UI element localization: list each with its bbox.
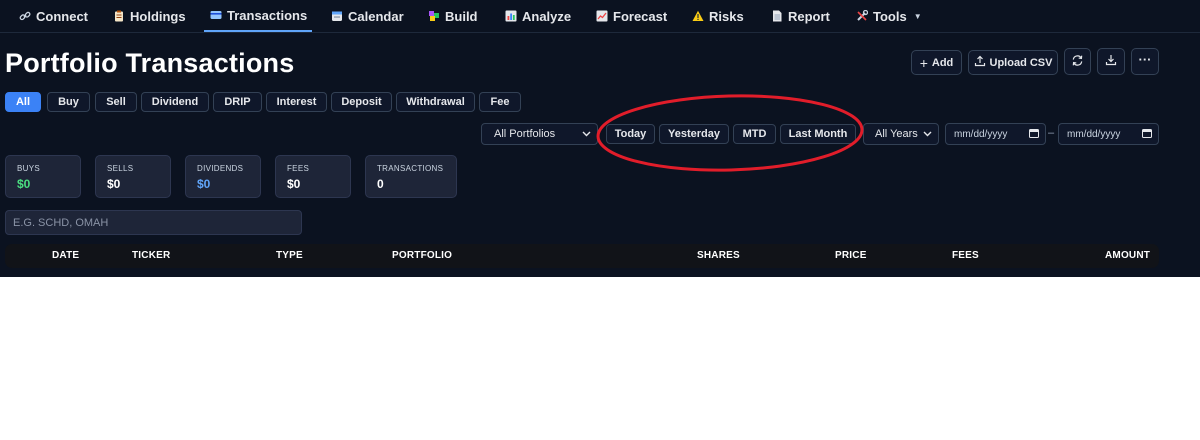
- date-to-input[interactable]: mm/dd/yyyy: [1058, 123, 1159, 145]
- portfolio-select-value: All Portfolios: [494, 128, 556, 140]
- nav-build-label: Build: [445, 8, 478, 24]
- year-select[interactable]: All Years: [863, 123, 939, 145]
- stat-card-transactions: TRANSACTIONS 0: [365, 155, 457, 198]
- upload-csv-button[interactable]: Upload CSV: [968, 50, 1058, 75]
- chevron-down-icon: ▼: [913, 11, 922, 21]
- stat-card-sells: SELLS $0: [95, 155, 171, 198]
- stat-label: FEES: [287, 164, 310, 173]
- stat-value: $0: [197, 177, 211, 191]
- column-header-price[interactable]: PRICE: [835, 250, 867, 261]
- column-header-ticker[interactable]: TICKER: [132, 250, 170, 261]
- more-options-button[interactable]: ···: [1131, 48, 1159, 75]
- filter-tab-withdrawal[interactable]: Withdrawal: [396, 92, 475, 112]
- nav-analyze-label: Analyze: [522, 8, 572, 24]
- nav-holdings-label: Holdings: [130, 8, 186, 24]
- calendar-icon: [1029, 128, 1039, 141]
- nav-risks[interactable]: Risks: [692, 0, 744, 32]
- nav-transactions-label: Transactions: [227, 7, 308, 23]
- upload-icon: [974, 55, 986, 70]
- nav-build[interactable]: Build: [428, 0, 478, 32]
- column-header-fees[interactable]: FEES: [952, 250, 979, 261]
- nav-transactions[interactable]: Transactions: [204, 0, 313, 32]
- clipboard-icon: [113, 10, 125, 22]
- range-mtd-button[interactable]: MTD: [733, 124, 776, 144]
- bar-chart-icon: [505, 10, 517, 22]
- nav-report-label: Report: [788, 8, 830, 24]
- stat-label: TRANSACTIONS: [377, 164, 444, 173]
- refresh-button[interactable]: [1064, 48, 1091, 75]
- nav-calendar[interactable]: Calendar: [331, 0, 404, 32]
- stat-label: SELLS: [107, 164, 134, 173]
- column-header-shares[interactable]: SHARES: [697, 250, 740, 261]
- range-yesterday-button[interactable]: Yesterday: [659, 124, 729, 144]
- nav-report[interactable]: Report: [771, 0, 830, 32]
- nav-holdings[interactable]: Holdings: [113, 0, 186, 32]
- link-icon: [19, 10, 31, 22]
- add-button[interactable]: + Add: [911, 50, 962, 75]
- stat-label: DIVIDENDS: [197, 164, 244, 173]
- download-icon: [1105, 54, 1117, 69]
- date-from-placeholder: mm/dd/yyyy: [954, 128, 1008, 140]
- chevron-down-icon: [582, 128, 591, 140]
- download-button[interactable]: [1097, 48, 1125, 75]
- range-last-month-button[interactable]: Last Month: [780, 124, 856, 144]
- chevron-down-icon: [923, 128, 932, 140]
- column-header-date[interactable]: DATE: [52, 250, 79, 261]
- nav-calendar-label: Calendar: [348, 8, 404, 24]
- calendar-icon: [1142, 128, 1152, 141]
- stat-value: $0: [17, 177, 31, 191]
- stat-card-dividends: DIVIDENDS $0: [185, 155, 261, 198]
- search-placeholder: E.G. SCHD, OMAH: [13, 217, 109, 229]
- stat-card-buys: BUYS $0: [5, 155, 81, 198]
- ticker-search-input[interactable]: E.G. SCHD, OMAH: [5, 210, 302, 235]
- nav-tools[interactable]: Tools ▼: [856, 0, 922, 32]
- stat-label: BUYS: [17, 164, 40, 173]
- column-header-portfolio[interactable]: PORTFOLIO: [392, 250, 452, 261]
- date-from-input[interactable]: mm/dd/yyyy: [945, 123, 1046, 145]
- trend-chart-icon: [596, 10, 608, 22]
- nav-forecast-label: Forecast: [613, 8, 668, 24]
- stat-value: 0: [377, 177, 384, 191]
- filter-tab-buy[interactable]: Buy: [47, 92, 90, 112]
- nav-risks-label: Risks: [709, 8, 744, 24]
- filter-tab-drip[interactable]: DRIP: [213, 92, 262, 112]
- filter-tab-sell[interactable]: Sell: [95, 92, 137, 112]
- filter-tab-all[interactable]: All: [5, 92, 41, 112]
- range-today-button[interactable]: Today: [606, 124, 655, 144]
- nav-analyze[interactable]: Analyze: [505, 0, 571, 32]
- upload-csv-label: Upload CSV: [989, 56, 1053, 69]
- ellipsis-icon: ···: [1138, 52, 1152, 67]
- year-select-value: All Years: [875, 128, 918, 140]
- date-range-separator: –: [1048, 127, 1055, 139]
- stat-value: $0: [287, 177, 301, 191]
- warning-icon: [692, 10, 704, 22]
- column-header-type[interactable]: TYPE: [276, 250, 303, 261]
- add-button-label: Add: [931, 56, 954, 69]
- nav-forecast[interactable]: Forecast: [596, 0, 667, 32]
- nav-connect-label: Connect: [36, 8, 88, 24]
- stat-card-fees: FEES $0: [275, 155, 351, 198]
- stat-value: $0: [107, 177, 121, 191]
- app-window: Connect Holdings Transactions Calendar B…: [0, 0, 1200, 277]
- document-icon: [771, 10, 783, 22]
- blocks-icon: [428, 10, 440, 22]
- filter-tab-fee[interactable]: Fee: [479, 92, 521, 112]
- table-header: DATE TICKER TYPE PORTFOLIO SHARES PRICE …: [5, 244, 1159, 268]
- calendar-icon: [331, 10, 343, 22]
- filter-tab-deposit[interactable]: Deposit: [331, 92, 392, 112]
- nav-tools-label: Tools: [873, 8, 907, 24]
- date-to-placeholder: mm/dd/yyyy: [1067, 128, 1121, 140]
- tools-icon: [856, 10, 868, 22]
- credit-card-icon: [210, 9, 222, 21]
- refresh-icon: [1071, 54, 1084, 70]
- top-nav: Connect Holdings Transactions Calendar B…: [0, 0, 1200, 33]
- page-title: Portfolio Transactions: [5, 48, 295, 78]
- filter-tab-interest[interactable]: Interest: [266, 92, 327, 112]
- nav-connect[interactable]: Connect: [19, 0, 88, 32]
- filter-tab-dividend[interactable]: Dividend: [141, 92, 209, 112]
- portfolio-select[interactable]: All Portfolios: [481, 123, 598, 145]
- plus-icon: +: [919, 54, 928, 71]
- column-header-amount[interactable]: AMOUNT: [1105, 250, 1150, 261]
